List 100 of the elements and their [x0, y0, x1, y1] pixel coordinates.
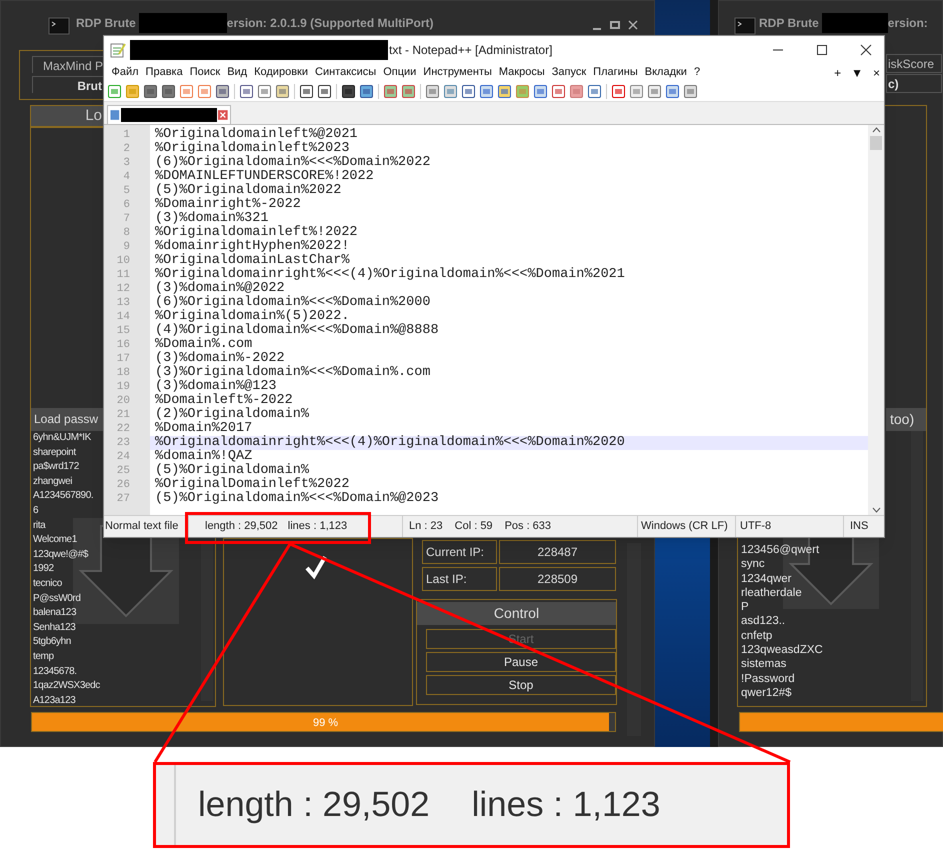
status-text: length : 29,502 [205, 519, 278, 534]
password-item: 1234qwer [741, 572, 793, 586]
notepad-icon [110, 42, 126, 58]
window-title: RDP Brute [759, 15, 819, 32]
line-number: 8 [122, 226, 131, 240]
line-number: 10 [116, 254, 131, 268]
stat-value: 228509 [499, 567, 616, 591]
password-item: 1992 [33, 562, 55, 576]
line-number: 26 [116, 478, 131, 492]
password-item: 1qaz2WSX3edc [33, 679, 101, 694]
line-number: 7 [122, 212, 131, 226]
line-number: 12 [116, 282, 131, 296]
password-item: Senha123 [33, 620, 76, 635]
line-number: 18 [116, 366, 131, 380]
line-number: 19 [116, 380, 131, 394]
password-item: rita [33, 518, 47, 533]
status-text: Normal text file [104, 519, 180, 534]
control-button[interactable]: Stop [426, 675, 616, 695]
menu-button[interactable]: × [872, 64, 880, 82]
terminal-icon [48, 17, 70, 35]
zoomed-status-text: lines : 1,123 [472, 784, 660, 826]
line-number: 9 [122, 240, 131, 254]
menu-item[interactable]: Кодировки [250, 64, 312, 81]
line-number: 16 [116, 338, 131, 352]
password-item: 5tgb6yhn [33, 635, 72, 650]
menu-item[interactable]: Файл [108, 64, 142, 81]
password-item: !Password [741, 672, 796, 686]
password-item: tecnico [33, 576, 63, 591]
password-item: 123456@qwert [741, 543, 820, 558]
close-icon[interactable] [860, 44, 872, 56]
chevron-up-icon[interactable] [872, 127, 880, 133]
menu-item[interactable]: Инструменты [420, 64, 496, 81]
stat-value: 228487 [499, 540, 616, 564]
password-item: 6 [33, 504, 40, 518]
menu-item[interactable]: Правка [142, 64, 186, 81]
password-item: zhangwei [33, 474, 74, 489]
scrollbar[interactable] [201, 543, 213, 701]
line-number: 4 [122, 170, 131, 184]
line-number: 14 [116, 310, 131, 324]
panel-title: Control [417, 602, 616, 625]
line-number: 6 [122, 198, 131, 212]
menu-item[interactable]: Опции [380, 64, 420, 81]
window-title: RDP Brute [76, 15, 136, 32]
menu-button[interactable]: ▼ [851, 64, 863, 82]
line-number: 27 [116, 492, 131, 506]
line-number: 21 [116, 408, 131, 422]
menu-item[interactable]: Запуск [548, 64, 590, 81]
password-item: 123qwe!@#$ [33, 548, 90, 562]
password-item: sistemas [741, 657, 788, 672]
window-title: ersion: [888, 15, 928, 32]
tab-button[interactable]: Brut [32, 76, 104, 93]
scroll-thumb[interactable] [870, 136, 882, 150]
stat-label: Last IP: [422, 567, 497, 591]
line-number: 5 [122, 184, 131, 198]
maximize-icon[interactable] [610, 20, 620, 30]
terminal-icon [734, 17, 756, 35]
status-text: INS [843, 516, 873, 537]
tab-button[interactable]: c) [886, 74, 942, 93]
scrollbar[interactable] [911, 431, 923, 701]
tab-button[interactable]: iskScore [886, 54, 942, 73]
menu-item[interactable]: Синтаксисы [312, 64, 380, 81]
window-title: txt - Notepad++ [Administrator] [389, 42, 552, 59]
line-number: 2 [122, 142, 131, 156]
stat-label: Current IP: [422, 540, 497, 564]
line-number: 22 [116, 422, 131, 436]
file-tab[interactable] [107, 105, 231, 124]
close-icon[interactable] [628, 20, 638, 30]
menu-item[interactable]: Вкладки [641, 64, 690, 81]
menu-item[interactable]: ? [690, 64, 704, 81]
status-text: lines : 1,123 [288, 519, 348, 534]
menu-button[interactable]: + [834, 64, 842, 82]
scrollbar[interactable] [868, 125, 884, 515]
panel-title: Lo [84, 106, 103, 126]
line-number: 11 [116, 268, 131, 282]
menu-item[interactable]: Поиск [186, 64, 224, 81]
line-number: 17 [116, 352, 131, 366]
password-item: temp [33, 650, 55, 664]
password-item: Welcome1 [33, 533, 78, 548]
redaction-bar [822, 13, 888, 33]
status-text: UTF-8 [735, 516, 843, 537]
scrollbar[interactable] [627, 543, 641, 736]
status-text: Windows (CR LF) [637, 516, 735, 537]
panel-title: too) [886, 408, 926, 431]
tab-button[interactable]: MaxMind P [32, 56, 104, 73]
password-item: 123qweasdZXC [741, 643, 823, 658]
panel-title: Load passw [33, 411, 100, 428]
line-number: 24 [116, 450, 131, 464]
control-button[interactable]: Pause [426, 652, 616, 672]
password-item: P@ssW0rd [33, 592, 82, 606]
password-item: 6yhn&UJM*IK [33, 431, 92, 445]
line-number: 13 [116, 296, 131, 310]
password-item: A1234567890. [33, 489, 94, 504]
status-text: Pos : 633 [504, 519, 552, 534]
checkmark-icon [304, 554, 328, 580]
maximize-icon[interactable] [816, 44, 828, 56]
menu-item[interactable]: Вид [224, 64, 251, 81]
menu-item[interactable]: Плагины [590, 64, 642, 81]
chevron-down-icon[interactable] [872, 507, 880, 513]
line-number: 15 [116, 324, 131, 338]
menu-item[interactable]: Макросы [495, 64, 548, 81]
